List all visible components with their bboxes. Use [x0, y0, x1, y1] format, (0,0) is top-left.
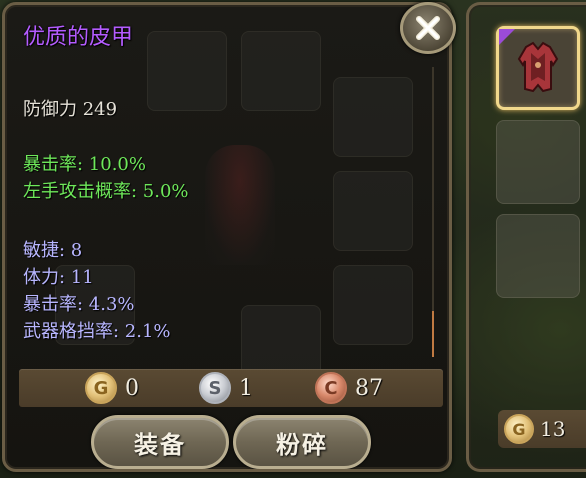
- copper-price-value: 87: [355, 375, 383, 401]
- gold-coin-icon: G: [504, 414, 534, 444]
- scrollbar-thumb[interactable]: [432, 311, 434, 357]
- gold-coin-icon: G: [85, 372, 117, 404]
- leather-armor-icon: [517, 41, 559, 93]
- gold-balance-value: 13: [540, 417, 566, 441]
- primary-stat: 暴击率: 10.0%: [23, 154, 146, 175]
- inventory-slot-empty[interactable]: [496, 214, 580, 298]
- character-silhouette: [205, 145, 275, 265]
- silver-price-value: 1: [239, 375, 253, 401]
- background-slot: [333, 77, 413, 157]
- secondary-stat: 武器格挡率: 2.1%: [23, 321, 171, 342]
- silver-coin-icon: S: [199, 372, 231, 404]
- gold-price: G 0: [85, 371, 139, 405]
- copper-price: C 87: [315, 371, 383, 405]
- background-slot: [333, 265, 413, 345]
- item-defense: 防御力 249: [23, 99, 118, 120]
- gold-price-value: 0: [125, 375, 139, 401]
- background-slot: [333, 171, 413, 251]
- primary-stat: 左手攻击概率: 5.0%: [23, 181, 189, 202]
- secondary-stat: 敏捷: 8: [23, 240, 83, 261]
- copper-coin-icon: C: [315, 372, 347, 404]
- gold-balance: G 13: [498, 410, 586, 448]
- tooltip-scrollbar[interactable]: [432, 67, 434, 357]
- smash-button[interactable]: 粉碎: [233, 415, 371, 469]
- secondary-stat: 体力: 11: [23, 267, 94, 288]
- inventory-slot-empty[interactable]: [496, 120, 580, 204]
- background-slot: [241, 31, 321, 111]
- primary-stats: 暴击率: 10.0% 左手攻击概率: 5.0%: [23, 151, 189, 205]
- close-x-icon: [416, 16, 440, 40]
- item-tooltip-panel: 优质的皮甲 防御力 249 暴击率: 10.0% 左手攻击概率: 5.0% 敏捷…: [2, 2, 452, 472]
- silver-price: S 1: [199, 371, 253, 405]
- equip-button[interactable]: 装备: [91, 415, 229, 469]
- secondary-stat: 暴击率: 4.3%: [23, 294, 135, 315]
- background-slot: [147, 31, 227, 111]
- secondary-stats: 敏捷: 8 体力: 11 暴击率: 4.3% 武器格挡率: 2.1%: [23, 237, 171, 345]
- item-title: 优质的皮甲: [23, 25, 134, 50]
- close-button[interactable]: [400, 2, 456, 54]
- inventory-slot-selected[interactable]: [496, 26, 580, 110]
- sell-price-bar: G 0 S 1 C 87: [19, 369, 443, 407]
